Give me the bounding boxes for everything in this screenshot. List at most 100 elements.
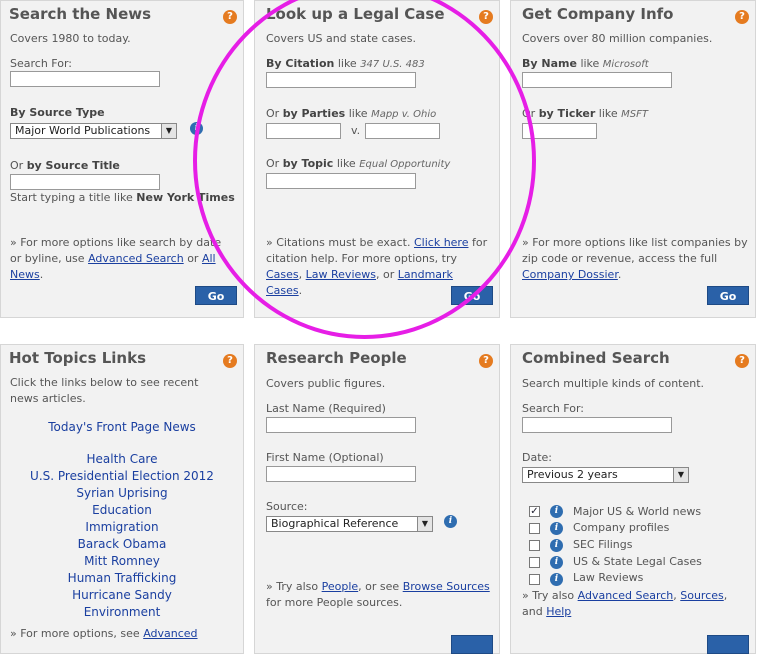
content-type-info-icon[interactable]: i	[550, 573, 563, 586]
news-subtitle: Covers 1980 to today.	[10, 32, 131, 45]
topic-link[interactable]: Hurricane Sandy	[1, 588, 243, 602]
topic-link[interactable]: Immigration	[1, 520, 243, 534]
news-source-type-select[interactable]: Major World Publications ▼	[10, 123, 177, 139]
content-type-checkbox[interactable]	[529, 523, 540, 534]
company-name-label: By Name like Microsoft	[522, 57, 649, 70]
content-type-info-icon[interactable]: i	[550, 539, 563, 552]
legal-versus-label: v.	[351, 124, 361, 137]
chevron-down-icon: ▼	[161, 124, 176, 138]
legal-topic-input[interactable]	[266, 173, 416, 189]
legal-help-icon[interactable]: ?	[479, 10, 493, 24]
hot-topics-panel-title: Hot Topics Links	[9, 349, 146, 367]
content-type-label: US & State Legal Cases	[573, 555, 702, 568]
combined-note: » Try also Advanced Search, Sources, and…	[522, 589, 728, 618]
news-go-button[interactable]: Go	[195, 286, 237, 305]
people-source-value: Biographical Reference	[271, 517, 399, 530]
legal-citation-input[interactable]	[266, 72, 416, 88]
people-note: » Try also People, or see Browse Sources…	[266, 580, 490, 609]
content-type-info-icon[interactable]: i	[550, 505, 563, 518]
legal-citation-help-link[interactable]: Click here	[414, 236, 469, 249]
hot-topics-help-icon[interactable]: ?	[223, 354, 237, 368]
combined-sources-link[interactable]: Sources	[680, 589, 724, 602]
people-source-info-icon[interactable]: i	[444, 515, 457, 528]
legal-subtitle: Covers US and state cases.	[266, 32, 417, 45]
content-type-checkbox[interactable]	[529, 540, 540, 551]
news-source-type-value: Major World Publications	[15, 124, 151, 137]
content-type-info-icon[interactable]: i	[550, 522, 563, 535]
content-type-checkbox[interactable]: ✓	[529, 506, 540, 517]
company-panel: Get Company Info ? Covers over 80 millio…	[510, 0, 756, 318]
combined-panel-title: Combined Search	[522, 349, 670, 367]
company-dossier-link[interactable]: Company Dossier	[522, 268, 618, 281]
hot-topics-panel: Hot Topics Links ? Click the links below…	[0, 344, 244, 654]
news-source-type-info-icon[interactable]: i	[190, 122, 203, 135]
people-help-icon[interactable]: ?	[479, 354, 493, 368]
news-help-icon[interactable]: ?	[223, 10, 237, 24]
people-last-name-label: Last Name (Required)	[266, 402, 386, 415]
legal-panel-title: Look up a Legal Case	[266, 5, 445, 23]
people-last-name-input[interactable]	[266, 417, 416, 433]
news-search-for-label: Search For:	[10, 57, 72, 70]
combined-panel: Combined Search ? Search multiple kinds …	[510, 344, 756, 654]
company-go-button[interactable]: Go	[707, 286, 749, 305]
combined-date-value: Previous 2 years	[527, 468, 618, 481]
company-note: » For more options like list companies b…	[522, 236, 748, 281]
people-link[interactable]: People	[322, 580, 359, 593]
people-source-select[interactable]: Biographical Reference ▼	[266, 516, 433, 532]
combined-go-button[interactable]	[707, 635, 749, 654]
legal-party2-input[interactable]	[365, 123, 440, 139]
topic-link[interactable]: Environment	[1, 605, 243, 619]
news-source-title-input[interactable]	[10, 174, 160, 190]
people-first-name-label: First Name (Optional)	[266, 451, 384, 464]
news-note: » For more options like search by date o…	[10, 236, 222, 281]
people-go-button[interactable]	[451, 635, 493, 654]
people-source-label: Source:	[266, 500, 308, 513]
topic-link[interactable]: U.S. Presidential Election 2012	[1, 469, 243, 483]
news-source-title-label: Or by Source Title	[10, 159, 120, 172]
legal-law-reviews-link[interactable]: Law Reviews	[306, 268, 376, 281]
chevron-down-icon: ▼	[673, 468, 688, 482]
company-help-icon[interactable]: ?	[735, 10, 749, 24]
people-panel-title: Research People	[266, 349, 407, 367]
content-type-checkbox[interactable]	[529, 574, 540, 585]
combined-help-icon[interactable]: ?	[735, 354, 749, 368]
company-ticker-input[interactable]	[522, 123, 597, 139]
topic-link[interactable]: Education	[1, 503, 243, 517]
legal-party1-input[interactable]	[266, 123, 341, 139]
combined-date-label: Date:	[522, 451, 552, 464]
people-subtitle: Covers public figures.	[266, 377, 386, 390]
legal-topic-label: Or by Topic like Equal Opportunity	[266, 157, 451, 170]
combined-date-select[interactable]: Previous 2 years ▼	[522, 467, 689, 483]
chevron-down-icon: ▼	[417, 517, 432, 531]
people-first-name-input[interactable]	[266, 466, 416, 482]
browse-sources-link[interactable]: Browse Sources	[403, 580, 490, 593]
topic-link[interactable]: Barack Obama	[1, 537, 243, 551]
topic-link[interactable]: Syrian Uprising	[1, 486, 243, 500]
company-subtitle: Covers over 80 million companies.	[522, 32, 713, 45]
people-panel: Research People ? Covers public figures.…	[254, 344, 500, 654]
content-type-label: Law Reviews	[573, 571, 644, 584]
topic-link[interactable]: Mitt Romney	[1, 554, 243, 568]
content-type-checkbox[interactable]	[529, 557, 540, 568]
hot-topics-advanced-link[interactable]: Advanced	[143, 627, 197, 640]
company-name-input[interactable]	[522, 72, 672, 88]
legal-go-button[interactable]: Go	[451, 286, 493, 305]
legal-cases-link[interactable]: Cases	[266, 268, 299, 281]
company-panel-title: Get Company Info	[522, 5, 674, 23]
news-advanced-search-link[interactable]: Advanced Search	[88, 252, 184, 265]
topic-link[interactable]: Health Care	[1, 452, 243, 466]
combined-help-link[interactable]: Help	[546, 605, 571, 618]
combined-advanced-search-link[interactable]: Advanced Search	[578, 589, 674, 602]
news-panel: Search the News ? Covers 1980 to today. …	[0, 0, 244, 318]
combined-subtitle: Search multiple kinds of content.	[522, 377, 705, 390]
news-search-input[interactable]	[10, 71, 160, 87]
front-page-news-link[interactable]: Today's Front Page News	[1, 420, 243, 434]
combined-search-input[interactable]	[522, 417, 672, 433]
legal-citation-label: By Citation like 347 U.S. 483	[266, 57, 425, 70]
legal-panel: Look up a Legal Case ? Covers US and sta…	[254, 0, 500, 318]
company-ticker-label: Or by Ticker like MSFT	[522, 107, 648, 120]
content-type-info-icon[interactable]: i	[550, 556, 563, 569]
topic-link[interactable]: Human Trafficking	[1, 571, 243, 585]
hot-topics-note: » For more options, see Advanced	[10, 627, 198, 640]
news-source-type-label: By Source Type	[10, 106, 105, 119]
